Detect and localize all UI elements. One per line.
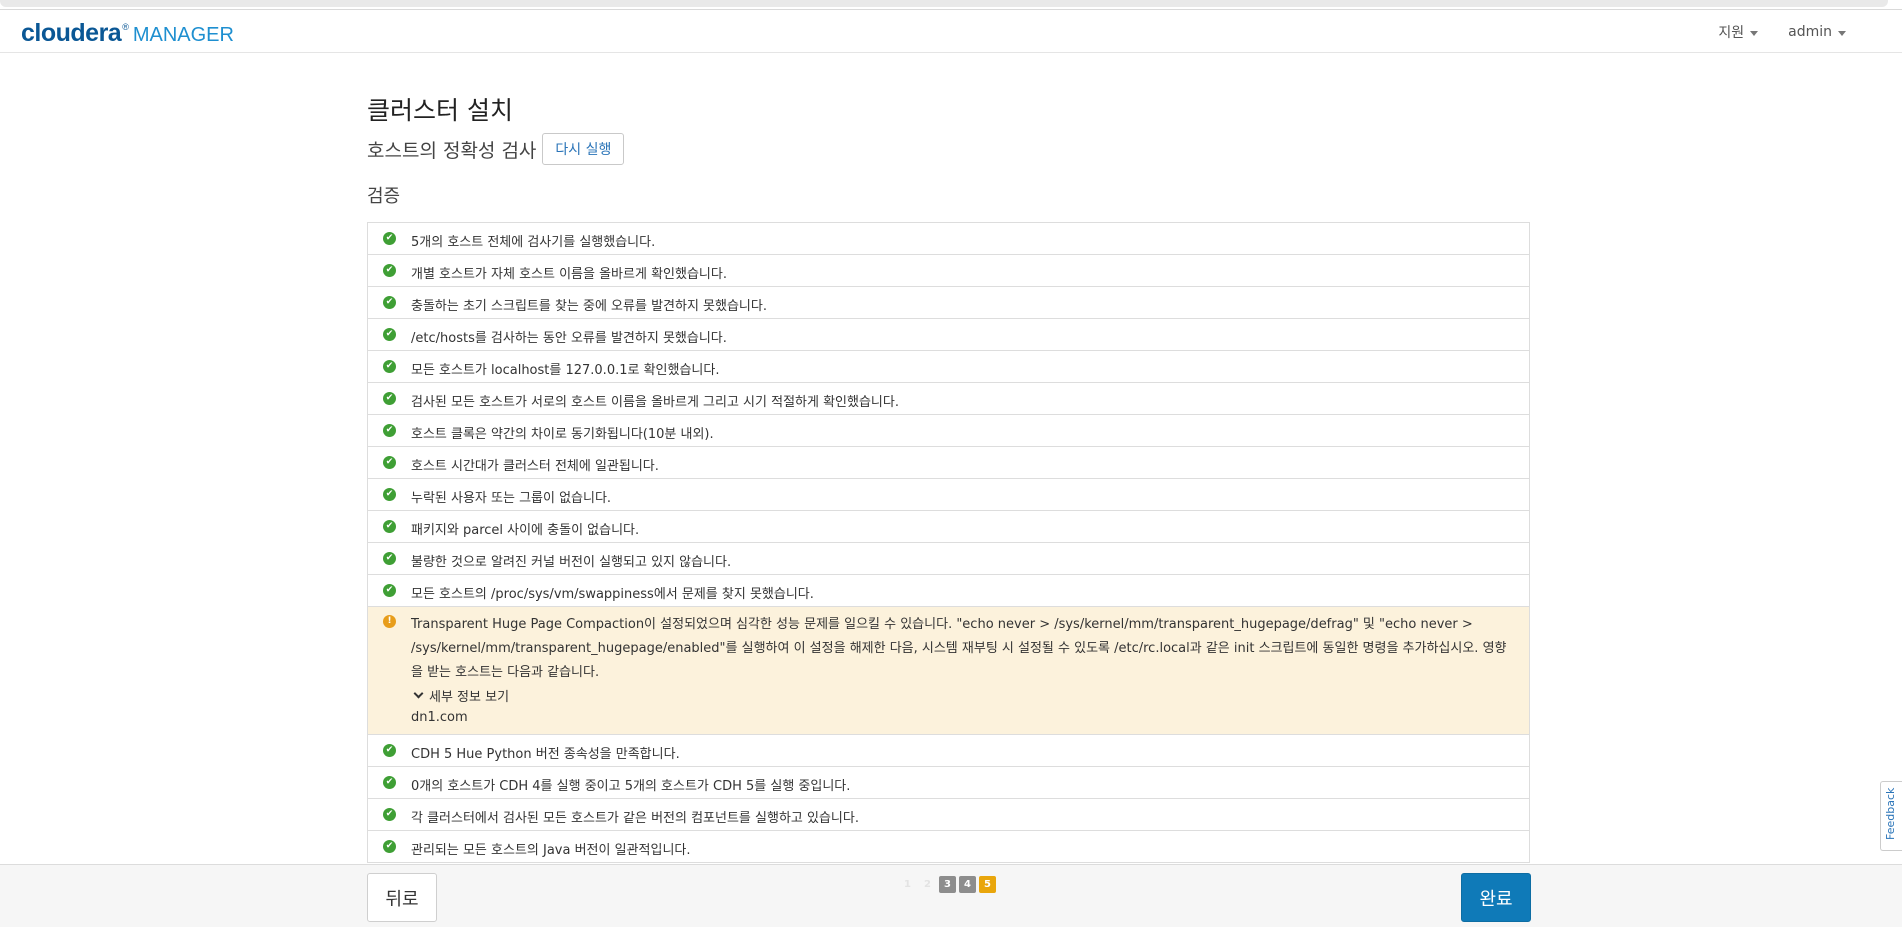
check-circle-icon: ✔ (383, 328, 396, 341)
warning-row: ! Transparent Huge Page Compaction이 설정되었… (368, 607, 1529, 735)
check-circle-icon: ✔ (383, 744, 396, 757)
check-row: ✔ 0개의 호스트가 CDH 4를 실행 중이고 5개의 호스트가 CDH 5를 … (368, 767, 1529, 799)
check-text: 검사된 모든 호스트가 서로의 호스트 이름을 올바르게 그리고 시기 적절하게… (411, 395, 899, 410)
check-circle-icon: ✔ (383, 520, 396, 533)
support-menu[interactable]: 지원 (1718, 22, 1759, 42)
check-circle-icon: ✔ (383, 264, 396, 277)
check-circle-icon: ✔ (383, 776, 396, 789)
check-circle-icon: ✔ (383, 456, 396, 469)
top-navbar: cloudera ® MANAGER 지원 admin (0, 10, 1902, 53)
logo-brand: cloudera (21, 19, 122, 47)
check-text: 0개의 호스트가 CDH 4를 실행 중이고 5개의 호스트가 CDH 5를 실… (411, 779, 851, 794)
support-menu-label: 지원 (1718, 25, 1745, 41)
check-row: ✔ 각 클러스터에서 검사된 모든 호스트가 같은 버전의 컴포넌트를 실행하고 … (368, 799, 1529, 831)
step-1[interactable]: 1 (899, 876, 916, 893)
validation-list: ✔ 5개의 호스트 전체에 검사기를 실행했습니다. ✔ 개별 호스트가 자체 호스… (367, 222, 1530, 863)
check-text: 모든 호스트가 localhost를 127.0.0.1로 확인했습니다. (411, 363, 720, 378)
check-circle-icon: ✔ (383, 488, 396, 501)
finish-button[interactable]: 완료 (1461, 873, 1531, 922)
caret-down-icon (1838, 30, 1846, 36)
exclamation-circle-icon: ! (383, 615, 396, 628)
page-subtitle: 호스트의 정확성 검사 (367, 139, 537, 162)
feedback-tab[interactable]: Feedback (1880, 781, 1902, 851)
check-row: ✔ 누락된 사용자 또는 그룹이 없습니다. (368, 479, 1529, 511)
subtitle-row: 호스트의 정확성 검사 다시 실행 (367, 133, 625, 165)
check-text: 관리되는 모든 호스트의 Java 버전이 일관적입니다. (411, 843, 691, 858)
rerun-button[interactable]: 다시 실행 (542, 133, 625, 165)
browser-top-strip (0, 0, 1902, 10)
check-circle-icon: ✔ (383, 808, 396, 821)
check-circle-icon: ✔ (383, 584, 396, 597)
check-text: 개별 호스트가 자체 호스트 이름을 올바르게 확인했습니다. (411, 267, 727, 282)
wizard-footer: 뒤로 1 2 3 4 5 완료 (0, 864, 1902, 927)
step-4[interactable]: 4 (959, 876, 976, 893)
step-3[interactable]: 3 (939, 876, 956, 893)
check-text: 누락된 사용자 또는 그룹이 없습니다. (411, 491, 612, 506)
check-row: ✔ 패키지와 parcel 사이에 충돌이 없습니다. (368, 511, 1529, 543)
check-row: ✔ 5개의 호스트 전체에 검사기를 실행했습니다. (368, 223, 1529, 255)
cloudera-manager-logo[interactable]: cloudera ® MANAGER (21, 19, 234, 48)
logo-product: MANAGER (132, 24, 234, 46)
nav-right: 지원 admin (1718, 22, 1846, 42)
check-circle-icon: ✔ (383, 232, 396, 245)
page-title: 클러스터 설치 (367, 96, 513, 125)
check-circle-icon: ✔ (383, 552, 396, 565)
check-row: ✔ 검사된 모든 호스트가 서로의 호스트 이름을 올바르게 그리고 시기 적절하… (368, 383, 1529, 415)
check-circle-icon: ✔ (383, 296, 396, 309)
check-text: /etc/hosts를 검사하는 동안 오류를 발견하지 못했습니다. (411, 331, 727, 346)
back-button[interactable]: 뒤로 (367, 873, 437, 922)
section-title: 검증 (367, 186, 401, 207)
check-row: ✔ 모든 호스트의 /proc/sys/vm/swappiness에서 문제를 찾… (368, 575, 1529, 607)
check-row: ✔ CDH 5 Hue Python 버전 종속성을 만족합니다. (368, 735, 1529, 767)
check-row: ✔ 불량한 것으로 알려진 커널 버전이 실행되고 있지 않습니다. (368, 543, 1529, 575)
check-text: 5개의 호스트 전체에 검사기를 실행했습니다. (411, 235, 656, 250)
check-row: ✔ 호스트 클록은 약간의 차이로 동기화됩니다(10분 내외). (368, 415, 1529, 447)
check-circle-icon: ✔ (383, 392, 396, 405)
check-text: 패키지와 parcel 사이에 충돌이 없습니다. (411, 523, 640, 538)
top-scroll-track (0, 0, 1888, 7)
step-2[interactable]: 2 (919, 876, 936, 893)
check-text: 각 클러스터에서 검사된 모든 호스트가 같은 버전의 컴포넌트를 실행하고 있… (411, 811, 859, 826)
check-circle-icon: ✔ (383, 840, 396, 853)
check-text: 모든 호스트의 /proc/sys/vm/swappiness에서 문제를 찾지… (411, 587, 814, 602)
check-row: ✔ 모든 호스트가 localhost를 127.0.0.1로 확인했습니다. (368, 351, 1529, 383)
check-text: 충돌하는 초기 스크립트를 찾는 중에 오류를 발견하지 못했습니다. (411, 299, 767, 314)
check-row: ✔ 충돌하는 초기 스크립트를 찾는 중에 오류를 발견하지 못했습니다. (368, 287, 1529, 319)
show-details-label: 세부 정보 보기 (429, 690, 510, 705)
feedback-label: Feedback (1884, 787, 1897, 840)
check-row: ✔ /etc/hosts를 검사하는 동안 오류를 발견하지 못했습니다. (368, 319, 1529, 351)
check-row: ✔ 호스트 시간대가 클러스터 전체에 일관됩니다. (368, 447, 1529, 479)
user-menu-label: admin (1788, 24, 1832, 40)
check-text: 호스트 시간대가 클러스터 전체에 일관됩니다. (411, 459, 659, 474)
chevron-down-icon (413, 688, 424, 699)
user-menu[interactable]: admin (1788, 22, 1846, 42)
warning-text: Transparent Huge Page Compaction이 설정되었으며… (411, 617, 1507, 680)
check-row: ✔ 관리되는 모든 호스트의 Java 버전이 일관적입니다. (368, 831, 1529, 863)
check-row: ✔ 개별 호스트가 자체 호스트 이름을 올바르게 확인했습니다. (368, 255, 1529, 287)
logo-registered-mark: ® (122, 22, 129, 32)
caret-down-icon (1750, 30, 1759, 36)
check-text: CDH 5 Hue Python 버전 종속성을 만족합니다. (411, 747, 680, 762)
affected-host: dn1.com (411, 710, 468, 725)
show-details-toggle[interactable]: 세부 정보 보기 (411, 686, 509, 705)
check-text: 호스트 클록은 약간의 차이로 동기화됩니다(10분 내외). (411, 427, 714, 442)
wizard-step-indicator: 1 2 3 4 5 (899, 876, 996, 893)
check-circle-icon: ✔ (383, 424, 396, 437)
check-text: 불량한 것으로 알려진 커널 버전이 실행되고 있지 않습니다. (411, 555, 732, 570)
step-5[interactable]: 5 (979, 876, 996, 893)
check-circle-icon: ✔ (383, 360, 396, 373)
